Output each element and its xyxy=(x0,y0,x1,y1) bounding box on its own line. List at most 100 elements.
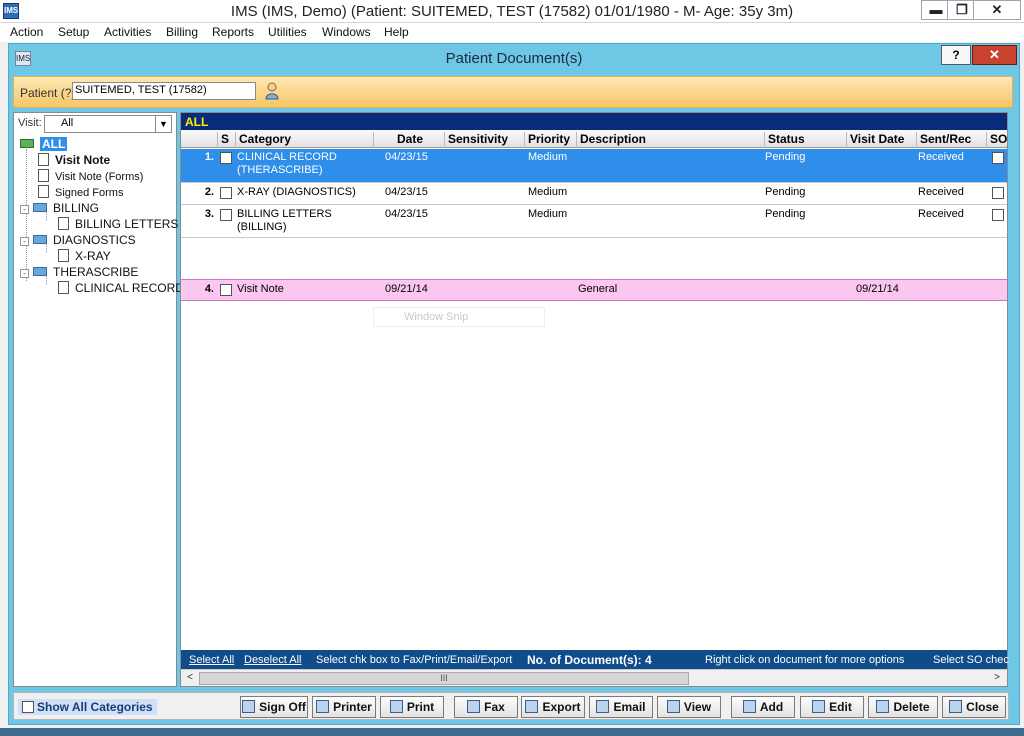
show-all-checkbox[interactable] xyxy=(22,701,34,713)
row-status: Pending xyxy=(765,151,806,163)
table-row[interactable]: 4. Visit Note 09/21/14 General 09/21/14 xyxy=(181,279,1007,301)
help-button[interactable]: ? xyxy=(941,45,971,65)
row-so-checkbox[interactable] xyxy=(992,152,1004,164)
tree-item-all[interactable]: ALL xyxy=(20,137,68,151)
folder-open-icon xyxy=(33,203,47,212)
row-category: BILLING LETTERS xyxy=(237,208,332,220)
row-checkbox[interactable] xyxy=(220,152,232,164)
menu-setup[interactable]: Setup xyxy=(58,25,89,39)
row-status: Pending xyxy=(765,186,806,198)
tree-connector xyxy=(26,149,27,281)
row-sent-rec: Received xyxy=(918,151,964,163)
document-icon xyxy=(58,281,69,294)
row-checkbox[interactable] xyxy=(220,284,232,296)
row-sent-rec: Received xyxy=(918,208,964,220)
show-all-categories[interactable]: Show All Categories xyxy=(18,699,157,715)
dialog-close-button[interactable]: ✕ xyxy=(972,45,1017,65)
printer-label: Printer xyxy=(333,700,372,714)
row-sent-rec: Received xyxy=(918,186,964,198)
column-header-priority[interactable]: Priority xyxy=(524,132,570,148)
email-icon xyxy=(596,700,610,713)
row-date: 09/21/14 xyxy=(385,283,428,295)
tree-item-therascribe[interactable]: - THERASCRIBE xyxy=(20,265,138,279)
menu-windows[interactable]: Windows xyxy=(322,25,371,39)
visit-select-value: All xyxy=(61,117,74,129)
row-status: Pending xyxy=(765,208,806,220)
row-priority: Medium xyxy=(528,186,568,198)
tree-label: Visit Note xyxy=(55,153,111,167)
column-header-category[interactable]: Category xyxy=(235,132,291,148)
patient-person-icon[interactable] xyxy=(265,82,279,100)
close-button[interactable]: Close xyxy=(942,696,1006,718)
footer-hint: Select chk box to Fax/Print/Email/Export xyxy=(316,654,513,666)
collapse-icon[interactable]: - xyxy=(20,205,29,214)
menu-bar: Action Setup Activities Billing Reports … xyxy=(0,23,1024,42)
window-close-button[interactable]: ✕ xyxy=(973,0,1021,20)
grid-footer: Select All Deselect All Select chk box t… xyxy=(181,650,1009,669)
row-so-checkbox[interactable] xyxy=(992,209,1004,221)
tree-item-x-ray[interactable]: X-RAY xyxy=(58,249,111,263)
menu-reports[interactable]: Reports xyxy=(212,25,254,39)
tree-item-clinical-record[interactable]: CLINICAL RECORD xyxy=(58,281,184,295)
print-icon xyxy=(389,700,403,713)
delete-button[interactable]: Delete xyxy=(868,696,938,718)
tree-item-billing-letters[interactable]: BILLING LETTERS xyxy=(58,217,178,231)
column-header-visit-date[interactable]: Visit Date xyxy=(846,132,904,148)
collapse-icon[interactable]: - xyxy=(20,237,29,246)
menu-billing[interactable]: Billing xyxy=(166,25,198,39)
table-row[interactable]: 3. BILLING LETTERS (BILLING) 04/23/15 Me… xyxy=(181,205,1007,238)
document-icon xyxy=(38,185,49,198)
scroll-right-icon[interactable]: > xyxy=(989,671,1005,686)
row-number: 4. xyxy=(204,283,214,295)
sign-off-button[interactable]: Sign Off xyxy=(240,696,308,718)
scroll-thumb[interactable]: III xyxy=(199,672,689,685)
email-label: Email xyxy=(613,700,646,714)
document-icon xyxy=(38,153,49,166)
patient-field[interactable]: SUITEMED, TEST (17582) xyxy=(72,82,256,100)
tree-item-visit-note-forms[interactable]: Visit Note (Forms) xyxy=(38,169,143,183)
menu-help[interactable]: Help xyxy=(384,25,409,39)
patient-label[interactable]: Patient (?) xyxy=(20,86,75,100)
email-button[interactable]: Email xyxy=(589,696,653,718)
row-checkbox[interactable] xyxy=(220,187,232,199)
tree-item-signed-forms[interactable]: Signed Forms xyxy=(38,185,123,199)
table-row[interactable]: 1. CLINICAL RECORD (THERASCRIBE) 04/23/1… xyxy=(181,149,1007,183)
print-button[interactable]: Print xyxy=(380,696,444,718)
table-row[interactable]: 2. X-RAY (DIAGNOSTICS) 04/23/15 Medium P… xyxy=(181,183,1007,205)
row-so-checkbox[interactable] xyxy=(992,187,1004,199)
column-header-description[interactable]: Description xyxy=(576,132,646,148)
edit-button[interactable]: Edit xyxy=(800,696,864,718)
tree-item-billing[interactable]: - BILLING xyxy=(20,201,99,215)
show-all-label: Show All Categories xyxy=(37,700,153,714)
visit-select[interactable]: All ▼ xyxy=(44,115,172,133)
column-header-s[interactable]: S xyxy=(217,132,229,148)
column-header-so[interactable]: SO xyxy=(986,132,1007,148)
select-all-link[interactable]: Select All xyxy=(189,654,234,666)
category-panel: Visit: All ▼ ALL Visit Note Visit Note (… xyxy=(13,112,184,687)
add-button[interactable]: Add xyxy=(731,696,795,718)
right-click-hint: Right click on document for more options xyxy=(705,654,905,666)
column-header-date[interactable]: Date xyxy=(373,132,443,148)
column-header-sensitivity[interactable]: Sensitivity xyxy=(444,132,508,148)
document-icon xyxy=(58,249,69,262)
column-header-sent-rec[interactable]: Sent/Rec xyxy=(916,132,971,148)
fax-button[interactable]: Fax xyxy=(454,696,518,718)
delete-icon xyxy=(876,700,890,713)
menu-utilities[interactable]: Utilities xyxy=(268,25,307,39)
scroll-left-icon[interactable]: < xyxy=(182,671,198,686)
menu-action[interactable]: Action xyxy=(10,25,43,39)
tree-item-visit-note[interactable]: Visit Note xyxy=(38,153,110,167)
tree-item-diagnostics[interactable]: - DIAGNOSTICS xyxy=(20,233,136,247)
view-button[interactable]: View xyxy=(657,696,721,718)
menu-activities[interactable]: Activities xyxy=(104,25,151,39)
column-header-status[interactable]: Status xyxy=(764,132,805,148)
dialog-title: Patient Document(s) xyxy=(445,50,583,67)
grid-heading: ALL xyxy=(181,113,1007,130)
row-checkbox[interactable] xyxy=(220,209,232,221)
deselect-all-link[interactable]: Deselect All xyxy=(244,654,301,666)
collapse-icon[interactable]: - xyxy=(20,269,29,278)
chevron-down-icon[interactable]: ▼ xyxy=(155,116,171,132)
printer-button[interactable]: Printer xyxy=(312,696,376,718)
export-button[interactable]: Export xyxy=(521,696,585,718)
horizontal-scrollbar[interactable]: < III > xyxy=(181,669,1007,686)
